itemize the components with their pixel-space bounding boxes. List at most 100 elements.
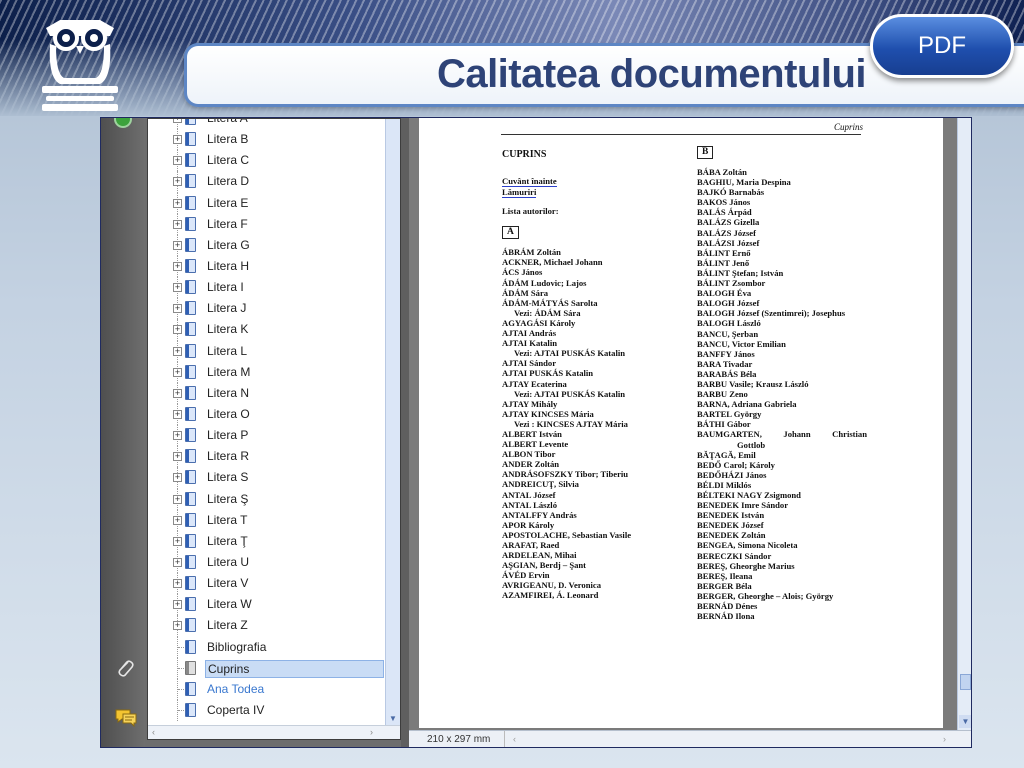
- expand-plus-icon[interactable]: +: [173, 304, 182, 314]
- expand-plus-icon[interactable]: +: [173, 431, 182, 441]
- expand-plus-icon[interactable]: +: [173, 325, 182, 335]
- expand-plus-icon[interactable]: +: [173, 388, 182, 398]
- status-scroll-right-icon[interactable]: ›: [943, 734, 946, 744]
- author-entry[interactable]: BENEDEK József: [697, 520, 867, 530]
- tree-item[interactable]: + Litera C: [148, 150, 386, 172]
- tree-item[interactable]: + Litera L: [148, 340, 386, 362]
- tree-item[interactable]: + Litera Ţ: [148, 530, 386, 552]
- scroll-left-arrow-icon[interactable]: ‹: [152, 727, 155, 737]
- status-scroll-left-icon[interactable]: ‹: [513, 734, 516, 744]
- author-entry[interactable]: BERNÁD Ilona: [697, 611, 867, 621]
- author-entry[interactable]: BÉLTEKI NAGY Zsigmond: [697, 490, 867, 500]
- tree-item[interactable]: Cuprins: [148, 657, 386, 679]
- expand-plus-icon[interactable]: +: [173, 600, 182, 610]
- pane-splitter[interactable]: [401, 118, 409, 747]
- tree-item[interactable]: + Litera H: [148, 255, 386, 278]
- author-entry[interactable]: ANTAL László: [502, 500, 682, 510]
- author-entry[interactable]: BÁBA Zoltán: [697, 167, 867, 177]
- author-entry[interactable]: ACKNER, Michael Johann: [502, 257, 682, 267]
- expand-plus-icon[interactable]: +: [173, 579, 182, 589]
- scroll-thumb[interactable]: [960, 674, 971, 690]
- author-entry[interactable]: ÁDÁM Sára: [502, 288, 682, 298]
- author-entry[interactable]: BANCU, Şerban: [697, 329, 867, 339]
- author-entry[interactable]: ALBERT István: [502, 429, 682, 439]
- tree-item[interactable]: + Litera W: [148, 594, 386, 616]
- author-entry[interactable]: ÁBRÁM Zoltán: [502, 247, 682, 257]
- author-entry[interactable]: ANDREICUŢ, Silvia: [502, 479, 682, 489]
- author-entry[interactable]: BALOGH József: [697, 298, 867, 308]
- author-entry[interactable]: BARA Tivadar: [697, 359, 867, 369]
- author-entry[interactable]: ÁDÁM-MÁTYÁS Sarolta: [502, 298, 682, 308]
- expand-plus-icon[interactable]: +: [173, 240, 182, 250]
- author-entry[interactable]: BĂŢAGĂ, Emil: [697, 450, 867, 460]
- author-entry[interactable]: AJTAI Sándor: [502, 358, 682, 368]
- expand-plus-icon[interactable]: +: [173, 135, 182, 145]
- expand-plus-icon[interactable]: +: [173, 515, 182, 525]
- tree-item[interactable]: + Litera I: [148, 277, 386, 299]
- author-entry[interactable]: AJTAY Ecaterina: [502, 379, 682, 389]
- author-entry[interactable]: ARAFAT, Raed: [502, 540, 682, 550]
- document-vertical-scrollbar[interactable]: ▼: [957, 118, 971, 730]
- expand-plus-icon[interactable]: +: [173, 621, 182, 631]
- author-entry[interactable]: BÁTHI Gábor: [697, 419, 867, 429]
- author-entry[interactable]: BENEDEK Imre Sándor: [697, 500, 867, 510]
- author-entry[interactable]: BALÁS Árpád: [697, 207, 867, 217]
- author-entry[interactable]: ANTAL József: [502, 490, 682, 500]
- author-entry[interactable]: BERGER Béla: [697, 581, 867, 591]
- document-scroll-down-icon[interactable]: ▼: [959, 715, 971, 728]
- author-entry[interactable]: AJTAI PUSKÁS Katalin: [502, 368, 682, 378]
- author-entry[interactable]: BAJKÓ Barnabás: [697, 187, 867, 197]
- author-entry[interactable]: ANTALFFY András: [502, 510, 682, 520]
- tree-item[interactable]: + Litera E: [148, 192, 386, 214]
- comments-icon[interactable]: [114, 708, 137, 730]
- author-entry[interactable]: BALOGH József (Szentimrei); Josephus: [697, 308, 867, 318]
- author-entry[interactable]: ÁDÁM Ludovic; Lajos: [502, 278, 682, 288]
- expand-plus-icon[interactable]: +: [173, 156, 182, 166]
- bookmark-horizontal-scrollbar[interactable]: ‹ ›: [148, 725, 400, 739]
- tree-item[interactable]: + Litera Z: [148, 615, 386, 637]
- author-entry[interactable]: BEREŞ, Ileana: [697, 571, 867, 581]
- author-entry[interactable]: Vezi : KINCSES AJTAY Mária: [502, 419, 682, 429]
- author-entry[interactable]: ANDRÁSOFSZKY Tibor; Tiberiu: [502, 469, 682, 479]
- tree-item[interactable]: + Litera P: [148, 425, 386, 447]
- author-entry[interactable]: BARBU Zeno: [697, 389, 867, 399]
- tree-item[interactable]: + Litera J: [148, 298, 386, 320]
- author-entry[interactable]: AZAMFIREI, Á. Leonard: [502, 590, 682, 600]
- author-entry[interactable]: AJTAY Mihály: [502, 399, 682, 409]
- author-entry[interactable]: BEDŐ Carol; Károly: [697, 460, 867, 470]
- tree-item[interactable]: + Litera K: [148, 319, 386, 341]
- bookmark-vertical-scrollbar[interactable]: ▼: [385, 119, 400, 739]
- author-entry[interactable]: Vezi: AJTAI PUSKÁS Katalin: [502, 348, 682, 358]
- tree-item[interactable]: + Litera N: [148, 382, 386, 404]
- author-entry[interactable]: BANFFY János: [697, 349, 867, 359]
- author-entry[interactable]: BARTEL György: [697, 409, 867, 419]
- author-entry[interactable]: BÁLINT Jenő: [697, 258, 867, 268]
- expand-plus-icon[interactable]: +: [173, 198, 182, 208]
- author-entry[interactable]: BÁLINT Ştefan; István: [697, 268, 867, 278]
- author-entry[interactable]: AGYAGÁSI Károly: [502, 318, 682, 328]
- author-entry[interactable]: BALÁZS Gizella: [697, 217, 867, 227]
- tree-item[interactable]: Coperta IV: [148, 699, 386, 722]
- tree-item[interactable]: + Litera R: [148, 446, 386, 468]
- author-entry[interactable]: BERECZKI Sándor: [697, 551, 867, 561]
- author-entry[interactable]: BERNÁD Dénes: [697, 601, 867, 611]
- author-entry[interactable]: BÉLDI Miklós: [697, 480, 867, 490]
- author-entry[interactable]: ALBERT Levente: [502, 439, 682, 449]
- scroll-right-arrow-icon[interactable]: ›: [370, 727, 373, 737]
- author-entry[interactable]: Vezi: AJTAI PUSKÁS Katalin: [502, 389, 682, 399]
- tree-item[interactable]: + Litera M: [148, 361, 386, 383]
- author-entry[interactable]: Vezi: ÁDÁM Sára: [502, 308, 682, 318]
- expand-plus-icon[interactable]: +: [173, 367, 182, 377]
- tree-item[interactable]: Bibliografia: [148, 636, 386, 658]
- expand-plus-icon[interactable]: +: [173, 283, 182, 293]
- author-entry[interactable]: BAUMGARTEN, Johann Christian: [697, 429, 867, 439]
- expand-plus-icon[interactable]: +: [173, 177, 182, 187]
- tree-item[interactable]: + Litera S: [148, 467, 386, 489]
- link-cuvant-inainte[interactable]: Cuvânt înainte: [502, 176, 557, 188]
- author-entry[interactable]: AJTAY KINCSES Mária: [502, 409, 682, 419]
- author-entry[interactable]: APOR Károly: [502, 520, 682, 530]
- expand-plus-icon[interactable]: +: [173, 557, 182, 567]
- tree-item[interactable]: + Litera B: [148, 129, 386, 151]
- tree-item[interactable]: + Litera F: [148, 213, 386, 235]
- bookmarks-icon[interactable]: [114, 118, 132, 128]
